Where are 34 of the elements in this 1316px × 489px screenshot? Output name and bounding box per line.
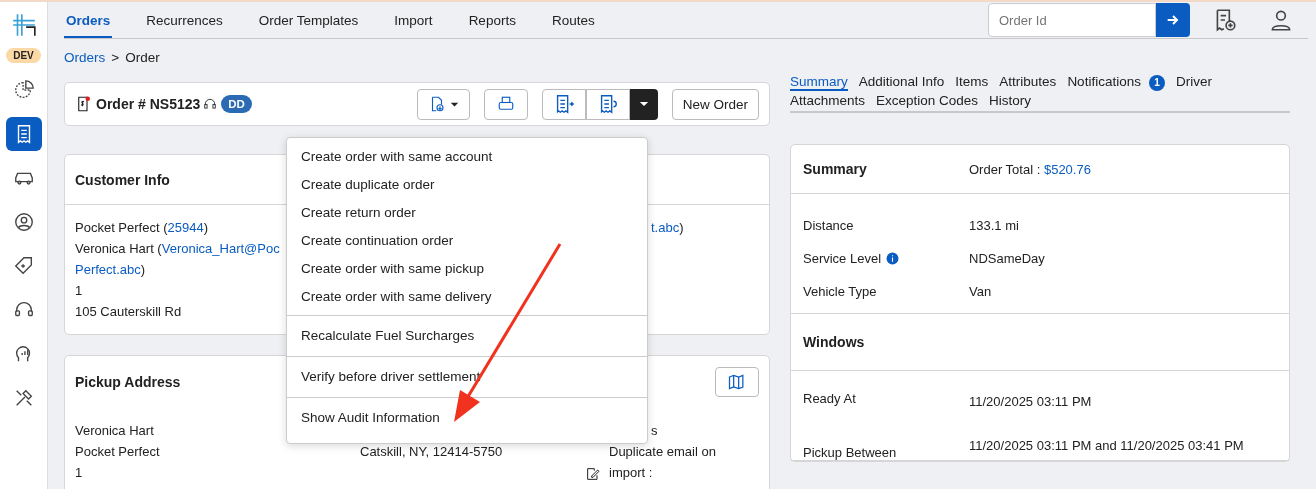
address-line: 1 <box>75 282 83 300</box>
order-badge: DD <box>221 95 252 113</box>
address-line: Catskill, NY, 12414-5750 <box>360 443 503 461</box>
address-line: Veronica Hart <box>75 422 154 440</box>
field-value: 11/20/2025 03:11 PM <box>969 393 1093 411</box>
field-label: Vehicle Type <box>803 284 878 299</box>
field-value: Van <box>969 284 993 299</box>
environment-badge: DEV <box>6 48 41 63</box>
note-line: import : <box>609 464 653 482</box>
address-line: Pocket Perfect <box>75 443 160 461</box>
count-badge: 1 <box>1148 74 1165 91</box>
card-title: Pickup Address <box>75 374 181 390</box>
card-title: Customer Info <box>75 171 170 188</box>
field-label: Pickup Between <box>803 444 898 460</box>
breadcrumb-current: Order <box>125 50 160 65</box>
address-line: 105 Cauterskill Rd <box>75 303 182 321</box>
address-line: 1 <box>75 464 83 482</box>
field-label: Service Level <box>803 251 969 266</box>
section-title: Windows <box>803 334 866 350</box>
address-line: Perfect.abc) <box>75 261 146 279</box>
order-title: Order # NS5123 <box>96 96 201 112</box>
breadcrumb-separator: > <box>111 50 120 65</box>
note-line: s <box>651 422 658 440</box>
address-line: t.abc) <box>651 219 684 237</box>
field-label: Distance <box>803 218 855 233</box>
field-label: Ready At <box>803 391 857 406</box>
field-value: 11/20/2025 03:11 PM and 11/20/2025 03:41 PM <box>969 437 1245 455</box>
address-line: Veronica Hart (Veronica_Hart@Poc <box>75 240 280 258</box>
section-title: Summary <box>803 161 868 177</box>
note-line: Duplicate email on <box>609 443 716 461</box>
field-value: NDSameDay <box>969 251 1046 266</box>
field-value: 133.1 mi <box>969 218 1020 233</box>
address-line: Pocket Perfect (25944) <box>75 219 208 237</box>
order-total: Order Total : $520.76 <box>969 161 1092 177</box>
